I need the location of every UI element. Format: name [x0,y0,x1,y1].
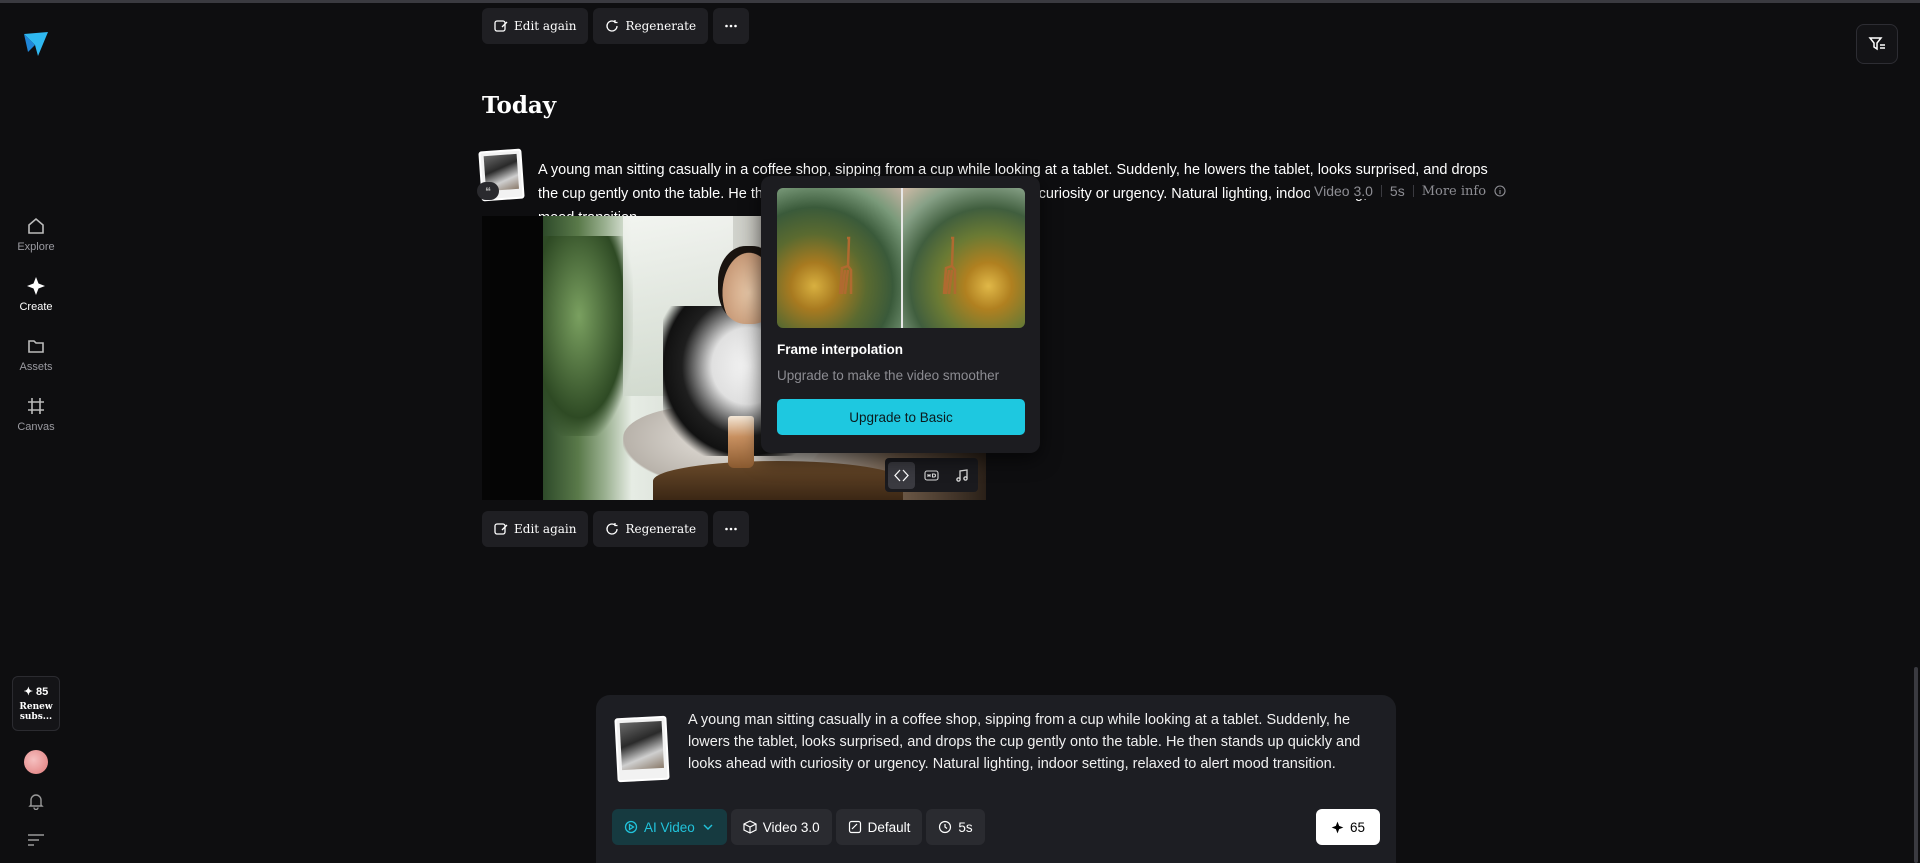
avatar[interactable] [24,750,48,774]
model-label: Video 3.0 [1314,183,1373,199]
refresh-icon [606,20,619,32]
upgrade-button[interactable]: Upgrade to Basic [777,399,1025,435]
scrollbar[interactable] [1914,667,1918,863]
refresh-icon [606,523,619,535]
generate-button[interactable]: 65 [1316,809,1380,845]
sidebar: Explore Create Assets Canvas ✦ 85 Renew … [0,0,72,863]
frame-interpolation-button[interactable] [888,461,915,489]
regenerate-label: Regenerate [625,522,697,536]
popup-title: Frame interpolation [777,342,904,357]
filter-button[interactable] [1856,24,1898,64]
sidebar-item-label: Canvas [17,421,55,433]
sidebar-item-canvas[interactable]: Canvas [6,392,66,444]
duration-label: 5s [1389,183,1405,199]
edit-icon [494,523,508,535]
sidebar-item-label: Explore [17,241,55,253]
frame-interpolation-popup: Frame interpolation Upgrade to make the … [761,176,1040,453]
sidebar-item-label: Assets [19,361,53,373]
filter-icon [1868,37,1885,51]
composer-toolbar: AI Video Video 3.0 Default 5s [612,809,985,845]
more-options-button[interactable] [713,8,750,44]
duration-selector[interactable]: 5s [926,809,985,845]
ai-video-icon [624,820,638,834]
credits-renew-button[interactable]: ✦ 85 Renew subs... [12,676,60,731]
hd-upscale-button[interactable] [918,462,945,489]
divider [1380,185,1382,197]
add-audio-button[interactable] [948,462,975,489]
top-border [0,0,1920,3]
credits-count: ✦ 85 [23,686,49,698]
sparkle-icon [1331,821,1344,833]
generate-cost: 65 [1349,819,1366,835]
interpolation-preview-image [777,188,1025,328]
chevron-down-icon [703,824,713,830]
regenerate-label: Regenerate [625,19,697,33]
menu-icon[interactable] [27,833,45,847]
regenerate-button[interactable]: Regenerate [593,511,709,547]
edit-again-button[interactable]: Edit again [482,8,589,44]
interpolation-icon [894,469,909,481]
info-icon[interactable] [1494,185,1506,197]
more-info-link[interactable]: More info [1422,184,1486,199]
more-icon [725,527,737,531]
canvas-icon [28,398,44,414]
aspect-ratio-icon [848,820,861,834]
duration-label: 5s [958,819,973,835]
edit-again-label: Edit again [514,522,577,536]
generation-meta: Video 3.0 5s More info [1310,183,1507,199]
reference-image-thumbnail[interactable] [614,715,670,783]
cube-icon [743,820,757,834]
sidebar-item-explore[interactable]: Explore [6,212,66,264]
sparkle-icon [27,277,45,295]
model-label: Video 3.0 [762,819,820,835]
prompt-input[interactable]: A young man sitting casually in a coffee… [688,709,1378,775]
regenerate-button[interactable]: Regenerate [593,8,709,44]
sidebar-item-create[interactable]: Create [6,272,66,324]
divider [1412,185,1414,197]
bottom-action-row: Edit again Regenerate [482,511,750,547]
sidebar-item-label: Create [19,301,53,313]
bell-icon[interactable] [27,792,45,810]
edit-again-label: Edit again [514,19,577,33]
logo-icon[interactable] [22,30,50,58]
sidebar-item-assets[interactable]: Assets [6,332,66,384]
more-options-button[interactable] [713,511,750,547]
ratio-label: Default [867,819,911,835]
renew-label: Renew subs... [19,702,53,722]
top-action-row: Edit again Regenerate [482,8,750,44]
mode-dropdown[interactable]: AI Video [612,809,727,845]
music-icon [956,468,968,482]
popup-subtitle: Upgrade to make the video smoother [777,368,1000,383]
edit-again-button[interactable]: Edit again [482,511,589,547]
edit-icon [494,20,508,32]
folder-icon [28,340,44,353]
more-icon [725,24,737,28]
section-title: Today [482,92,557,119]
clock-icon [939,820,952,834]
prompt-composer: A young man sitting casually in a coffee… [596,695,1396,863]
hd-icon [924,469,939,481]
ratio-selector[interactable]: Default [835,809,923,845]
home-icon [28,217,44,234]
model-selector[interactable]: Video 3.0 [730,809,832,845]
quote-icon: ❝ [477,182,499,200]
video-tools [885,458,978,492]
mode-label: AI Video [644,819,695,835]
